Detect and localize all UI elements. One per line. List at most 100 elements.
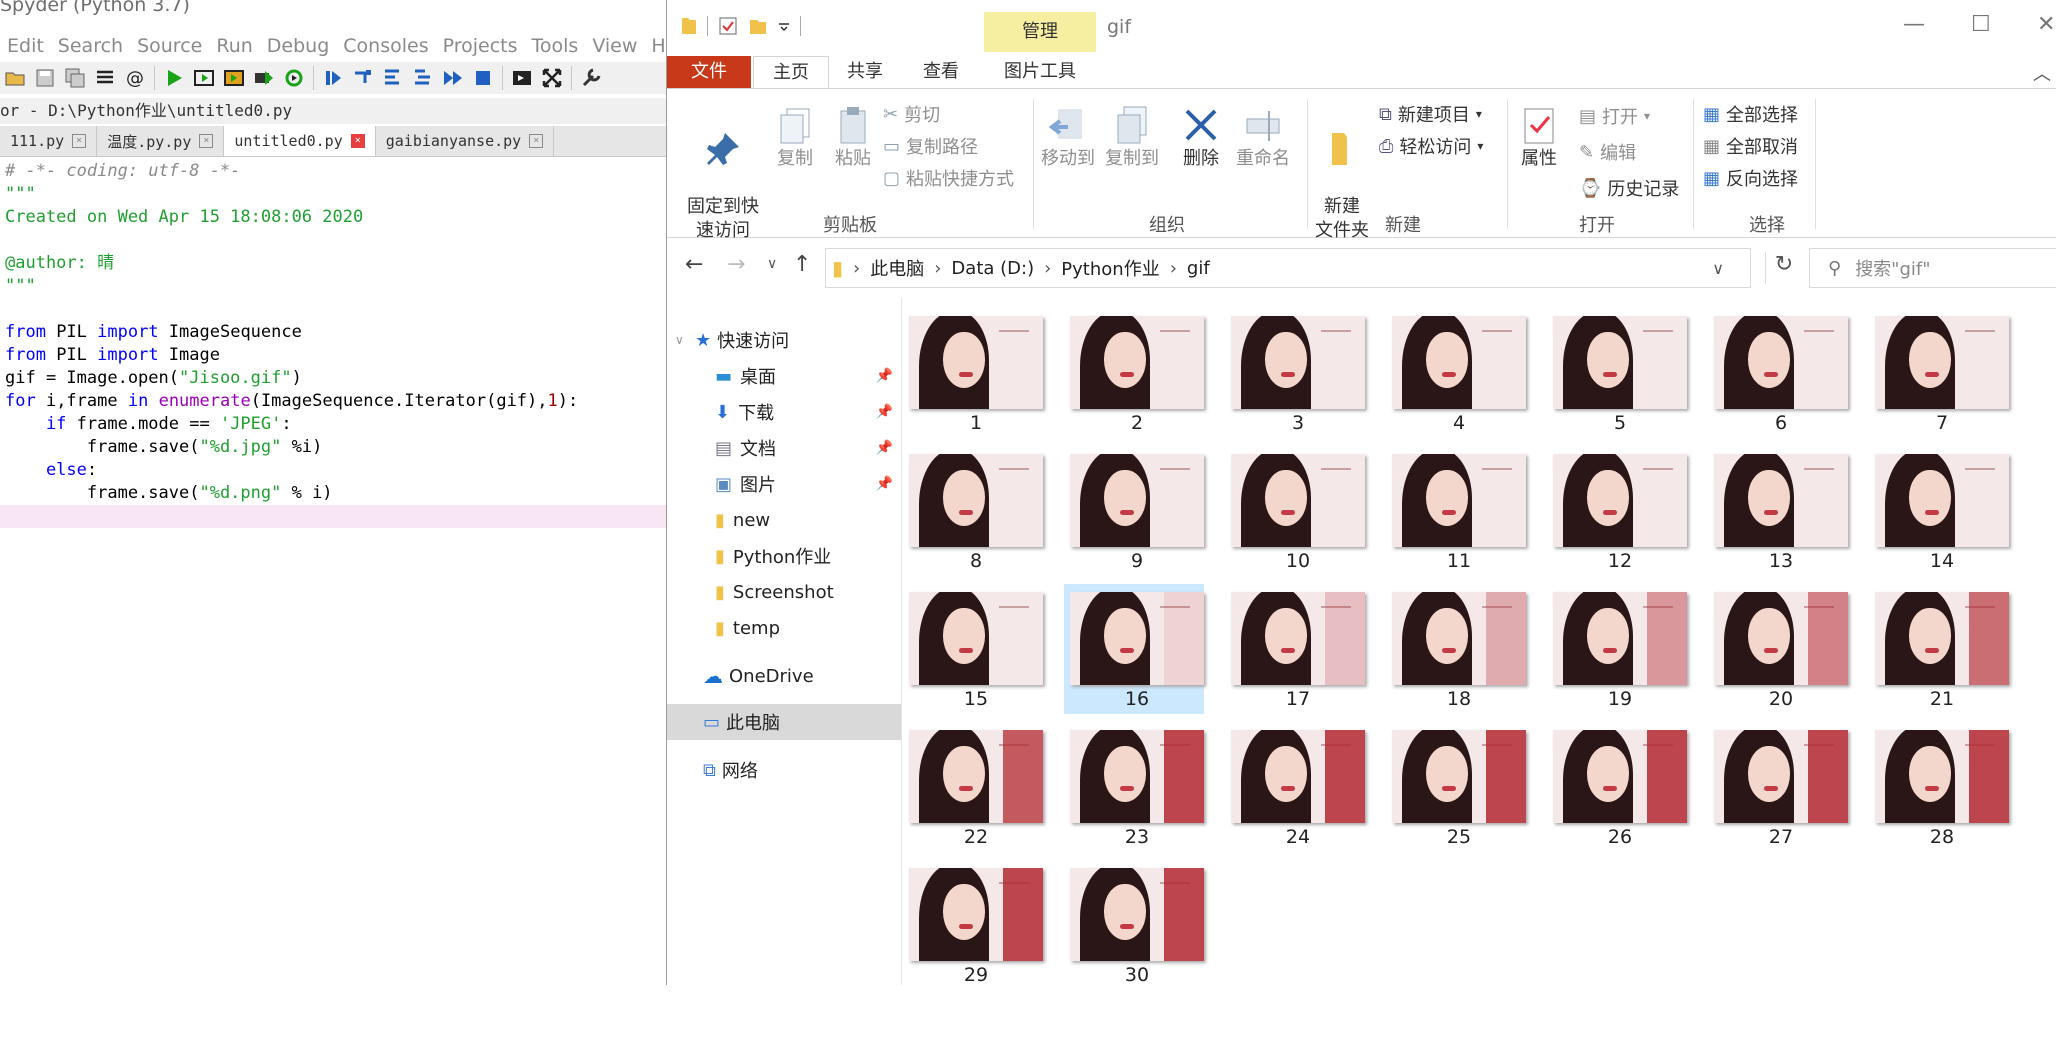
file-item[interactable]: 14 [1869,446,2009,576]
nav-quick-access[interactable]: ∨ ★ 快速访问 [667,322,901,358]
nav-documents[interactable]: ▤ 文档 📌 [667,430,901,466]
file-item[interactable]: 16 [1064,584,1204,714]
tab-home[interactable]: 主页 [753,56,829,90]
folder-icon[interactable] [681,16,697,36]
nav-onedrive[interactable]: ☁ OneDrive [667,658,901,694]
tab-wendu-py[interactable]: 温度.py.py × [97,126,225,156]
tab-view[interactable]: 查看 [903,56,979,88]
code-editor[interactable]: # -*- coding: utf-8 -*- """ Created on W… [0,160,666,528]
file-item[interactable]: 15 [903,584,1043,714]
file-item[interactable]: 29 [903,860,1043,985]
properties-button[interactable]: 属性 [1513,105,1565,171]
file-item[interactable]: 3 [1225,308,1365,438]
stop-button[interactable] [468,63,498,93]
properties-icon[interactable] [718,16,738,36]
select-none-button[interactable]: ▦ 全部取消 [1703,133,1798,159]
file-item[interactable]: 12 [1547,446,1687,576]
new-folder-icon[interactable] [748,16,768,36]
file-item[interactable]: 9 [1064,446,1204,576]
menu-debug[interactable]: Debug [260,32,336,60]
file-item[interactable]: 1 [903,308,1043,438]
rename-button[interactable]: 重命名 [1233,105,1293,171]
recent-locations-button[interactable]: ∨ [767,256,777,272]
file-item[interactable]: 22 [903,722,1043,852]
file-item[interactable]: 5 [1547,308,1687,438]
menu-consoles[interactable]: Consoles [336,32,435,60]
chevron-down-icon[interactable]: ∨ [1712,259,1724,278]
nav-pictures[interactable]: ▣ 图片 📌 [667,466,901,502]
file-item[interactable]: 23 [1064,722,1204,852]
file-item[interactable]: 6 [1708,308,1848,438]
menu-run[interactable]: Run [209,32,259,60]
run-selection-button[interactable] [249,63,279,93]
open-button[interactable]: ▤ 打开 ▾ [1579,103,1650,129]
breadcrumb-data-d[interactable]: Data (D:) [951,258,1034,279]
rerun-button[interactable] [279,63,309,93]
paste-button[interactable]: 粘贴 [825,105,881,171]
chevron-down-icon[interactable] [778,16,790,36]
edit-button[interactable]: ✎ 编辑 [1579,139,1636,165]
menu-view[interactable]: View [585,32,644,60]
history-button[interactable]: ⌚ 历史记录 [1579,175,1679,201]
menu-projects[interactable]: Projects [436,32,525,60]
file-item[interactable]: 8 [903,446,1043,576]
new-item-button[interactable]: ⧉ 新建项目 ▾ [1379,101,1482,127]
file-item[interactable]: 25 [1386,722,1526,852]
step-return-button[interactable] [408,63,438,93]
file-item[interactable]: 10 [1225,446,1365,576]
pin-icon[interactable]: 📌 [876,440,893,456]
new-folder-button[interactable]: 新建 文件夹 [1311,105,1373,243]
pin-icon[interactable]: 📌 [876,476,893,492]
continue-button[interactable] [438,63,468,93]
file-item[interactable]: 11 [1386,446,1526,576]
file-item[interactable]: 28 [1869,722,2009,852]
outline-button[interactable] [90,63,120,93]
nav-this-pc[interactable]: ▭ 此电脑 [667,704,901,740]
copy-to-button[interactable]: 复制到 [1101,105,1163,171]
save-all-button[interactable] [60,63,90,93]
file-item[interactable]: 17 [1225,584,1365,714]
menu-source[interactable]: Source [130,32,209,60]
delete-button[interactable]: 删除 [1173,105,1229,171]
file-item[interactable]: 24 [1225,722,1365,852]
search-input[interactable]: ⚲ 搜索"gif" [1809,248,2056,288]
menu-search[interactable]: Search [51,32,130,60]
save-button[interactable] [30,63,60,93]
copy-path-button[interactable]: ▭ 复制路径 [883,133,978,159]
file-item[interactable]: 2 [1064,308,1204,438]
back-button[interactable]: ← [685,252,703,277]
pin-quick-access-button[interactable]: 固定到快 速访问 [675,105,771,243]
maximize-button[interactable]: ☐ [1971,12,1991,37]
paste-shortcut-button[interactable]: ▢ 粘贴快捷方式 [883,165,1014,191]
nav-new[interactable]: ▮ new [667,502,901,538]
preferences-button[interactable] [576,63,606,93]
file-item[interactable]: 20 [1708,584,1848,714]
file-item[interactable]: 19 [1547,584,1687,714]
breadcrumb-python[interactable]: Python作业 [1061,255,1159,281]
nav-downloads[interactable]: ⬇ 下载 📌 [667,394,901,430]
step-button[interactable] [348,63,378,93]
nav-python[interactable]: ▮ Python作业 [667,538,901,574]
open-file-button[interactable] [0,63,30,93]
move-to-button[interactable]: 移动到 [1037,105,1099,171]
menu-help[interactable]: Help [644,32,666,60]
pin-icon[interactable]: 📌 [876,368,893,384]
run-cell-button[interactable] [189,63,219,93]
copy-button[interactable]: 复制 [767,105,823,171]
nav-screenshot[interactable]: ▮ Screenshot [667,574,901,610]
tab-manage[interactable]: 管理 [984,12,1096,52]
pin-icon[interactable]: 📌 [876,404,893,420]
file-item[interactable]: 4 [1386,308,1526,438]
address-bar[interactable]: ▮ › 此电脑 › Data (D:) › Python作业 › gif ∨ [825,248,1751,288]
tab-gaibianyanse-py[interactable]: gaibianyanse.py × [376,126,555,156]
minimize-button[interactable]: — [1903,12,1925,37]
select-all-button[interactable]: ▦ 全部选择 [1703,101,1798,127]
menu-tools[interactable]: Tools [525,32,586,60]
close-icon[interactable]: × [350,134,365,148]
run-button[interactable] [159,63,189,93]
debug-button[interactable] [318,63,348,93]
close-button[interactable]: ✕ [2037,12,2055,37]
at-button[interactable]: @ [120,63,150,93]
tab-file[interactable]: 文件 [667,56,751,88]
nav-desktop[interactable]: ▬ 桌面 📌 [667,358,901,394]
